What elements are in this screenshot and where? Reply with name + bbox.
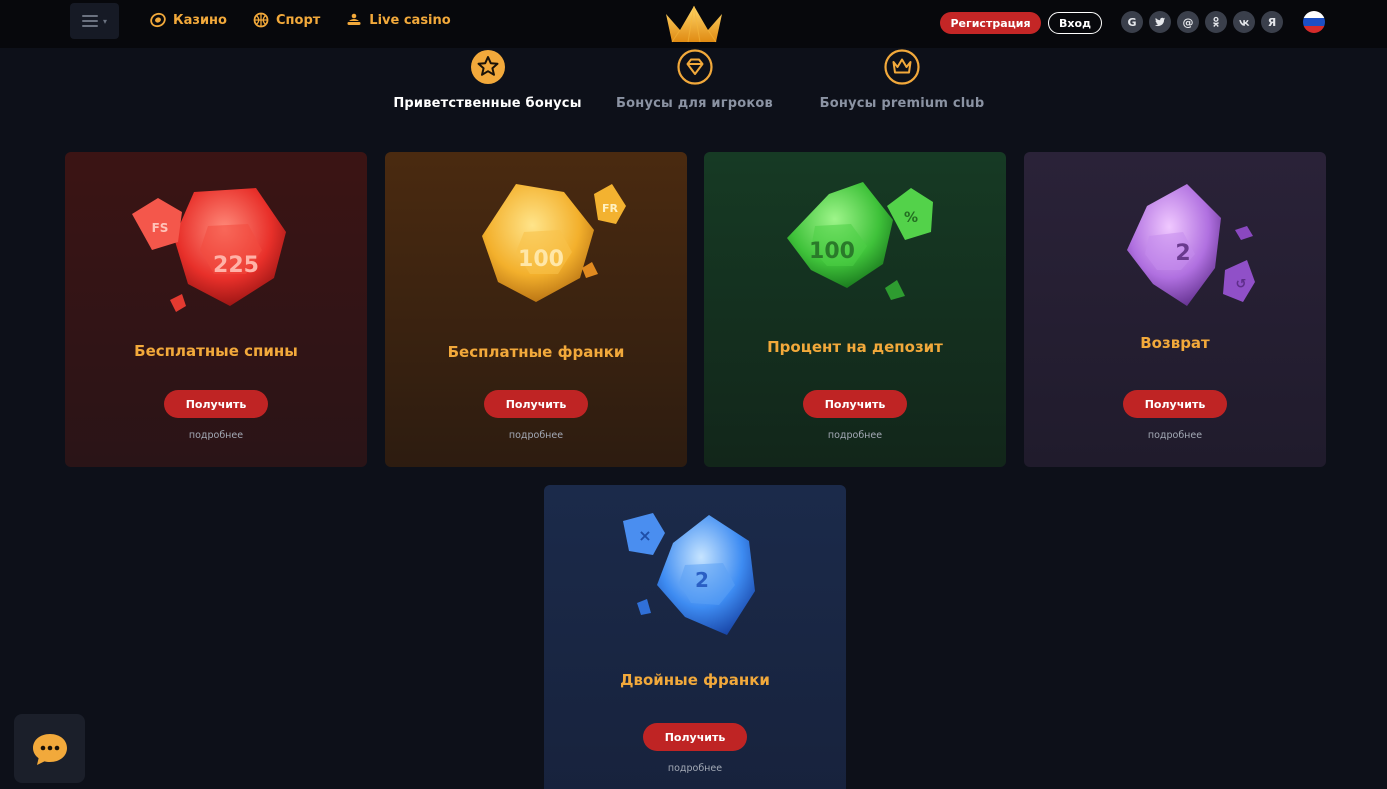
casino-chip-icon [150,12,166,28]
main-nav: Казино Спорт Live casino [150,12,451,28]
get-bonus-button[interactable]: Получить [1123,390,1227,418]
bonus-card-free-francs: 100 FR Бесплатные франки Получить подроб… [385,152,687,467]
nav-item-live-casino[interactable]: Live casino [346,12,451,28]
blue-gem-icon: 2 × [623,513,755,635]
mail-icon[interactable]: @ [1177,11,1199,33]
tab-label: Бонусы premium club [819,96,985,111]
get-bonus-button[interactable]: Получить [164,390,268,418]
card-title: Бесплатные спины [134,342,298,360]
nav-item-casino[interactable]: Казино [150,12,227,28]
details-link[interactable]: подробнее [544,763,846,774]
details-link[interactable]: подробнее [385,430,687,441]
red-gem-icon: 225 FS [132,188,286,312]
gold-gem-icon: 100 FR [482,184,626,302]
get-bonus-button[interactable]: Получить [484,390,588,418]
google-icon[interactable]: G [1121,11,1143,33]
gem-side-label: ↺ [1236,277,1247,292]
green-gem-icon: 100 % [787,182,933,300]
tab-premium-club-bonuses[interactable]: Бонусы premium club [820,48,984,111]
gem-main-label: 2 [695,568,709,592]
card-title: Бесплатные франки [447,343,625,361]
dealer-icon [347,13,361,25]
register-button[interactable]: Регистрация [940,12,1041,34]
top-bar: ▾ Казино Спорт Live casino Регистрация В… [0,0,1387,48]
gem-side-label: % [904,210,918,226]
purple-gem-icon: 2 ↺ [1127,184,1255,306]
twitter-icon[interactable] [1149,11,1171,33]
odnoklassniki-icon[interactable] [1205,11,1227,33]
nav-label: Спорт [275,12,321,28]
details-link[interactable]: подробнее [65,430,367,441]
gem-side-label: × [638,526,651,545]
details-link[interactable]: подробнее [1024,430,1326,441]
yandex-icon[interactable]: Я [1261,11,1283,33]
get-bonus-button[interactable]: Получить [803,390,907,418]
hamburger-icon [81,15,98,27]
bonus-card-double-francs: 2 × Двойные франки Получить подробнее [544,485,846,789]
crown-icon [884,49,920,85]
card-title: Двойные франки [620,671,770,689]
tab-label: Приветственные бонусы [393,96,582,111]
social-login-list: G @ Я [1121,11,1283,33]
bonus-card-deposit-percent: 100 % Процент на депозит Получить подроб… [704,152,1006,467]
details-link[interactable]: подробнее [704,430,1006,441]
login-button[interactable]: Вход [1048,12,1102,34]
gem-main-label: 100 [518,247,564,272]
diamond-icon [676,49,713,85]
star-icon [470,50,505,84]
menu-button[interactable]: ▾ [70,3,119,39]
gem-side-label: FR [602,202,619,215]
chat-bubble-icon [32,733,67,765]
get-bonus-button[interactable]: Получить [643,723,747,751]
crown-logo[interactable] [662,2,726,44]
gem-main-label: 2 [1175,241,1190,266]
card-title: Процент на депозит [767,338,943,356]
vk-icon[interactable] [1233,11,1255,33]
bonus-card-cashback: 2 ↺ Возврат Получить подробнее [1024,152,1326,467]
gem-side-label: FS [152,221,169,235]
tab-player-bonuses[interactable]: Бонусы для игроков [616,48,773,111]
tab-label: Бонусы для игроков [616,96,773,111]
gem-main-label: 225 [213,253,259,278]
language-flag-ru[interactable] [1303,11,1325,33]
tab-welcome-bonuses[interactable]: Приветственные бонусы [393,48,581,111]
card-title: Возврат [1140,334,1210,352]
chevron-down-icon: ▾ [102,16,107,26]
nav-label: Казино [173,12,227,28]
support-chat-button[interactable] [14,714,85,783]
ball-icon [253,12,269,28]
gem-main-label: 100 [809,239,855,264]
bonus-card-free-spins: 225 FS Бесплатные спины Получить подробн… [65,152,367,467]
nav-item-sport[interactable]: Спорт [253,12,320,28]
nav-label: Live casino [369,12,451,28]
